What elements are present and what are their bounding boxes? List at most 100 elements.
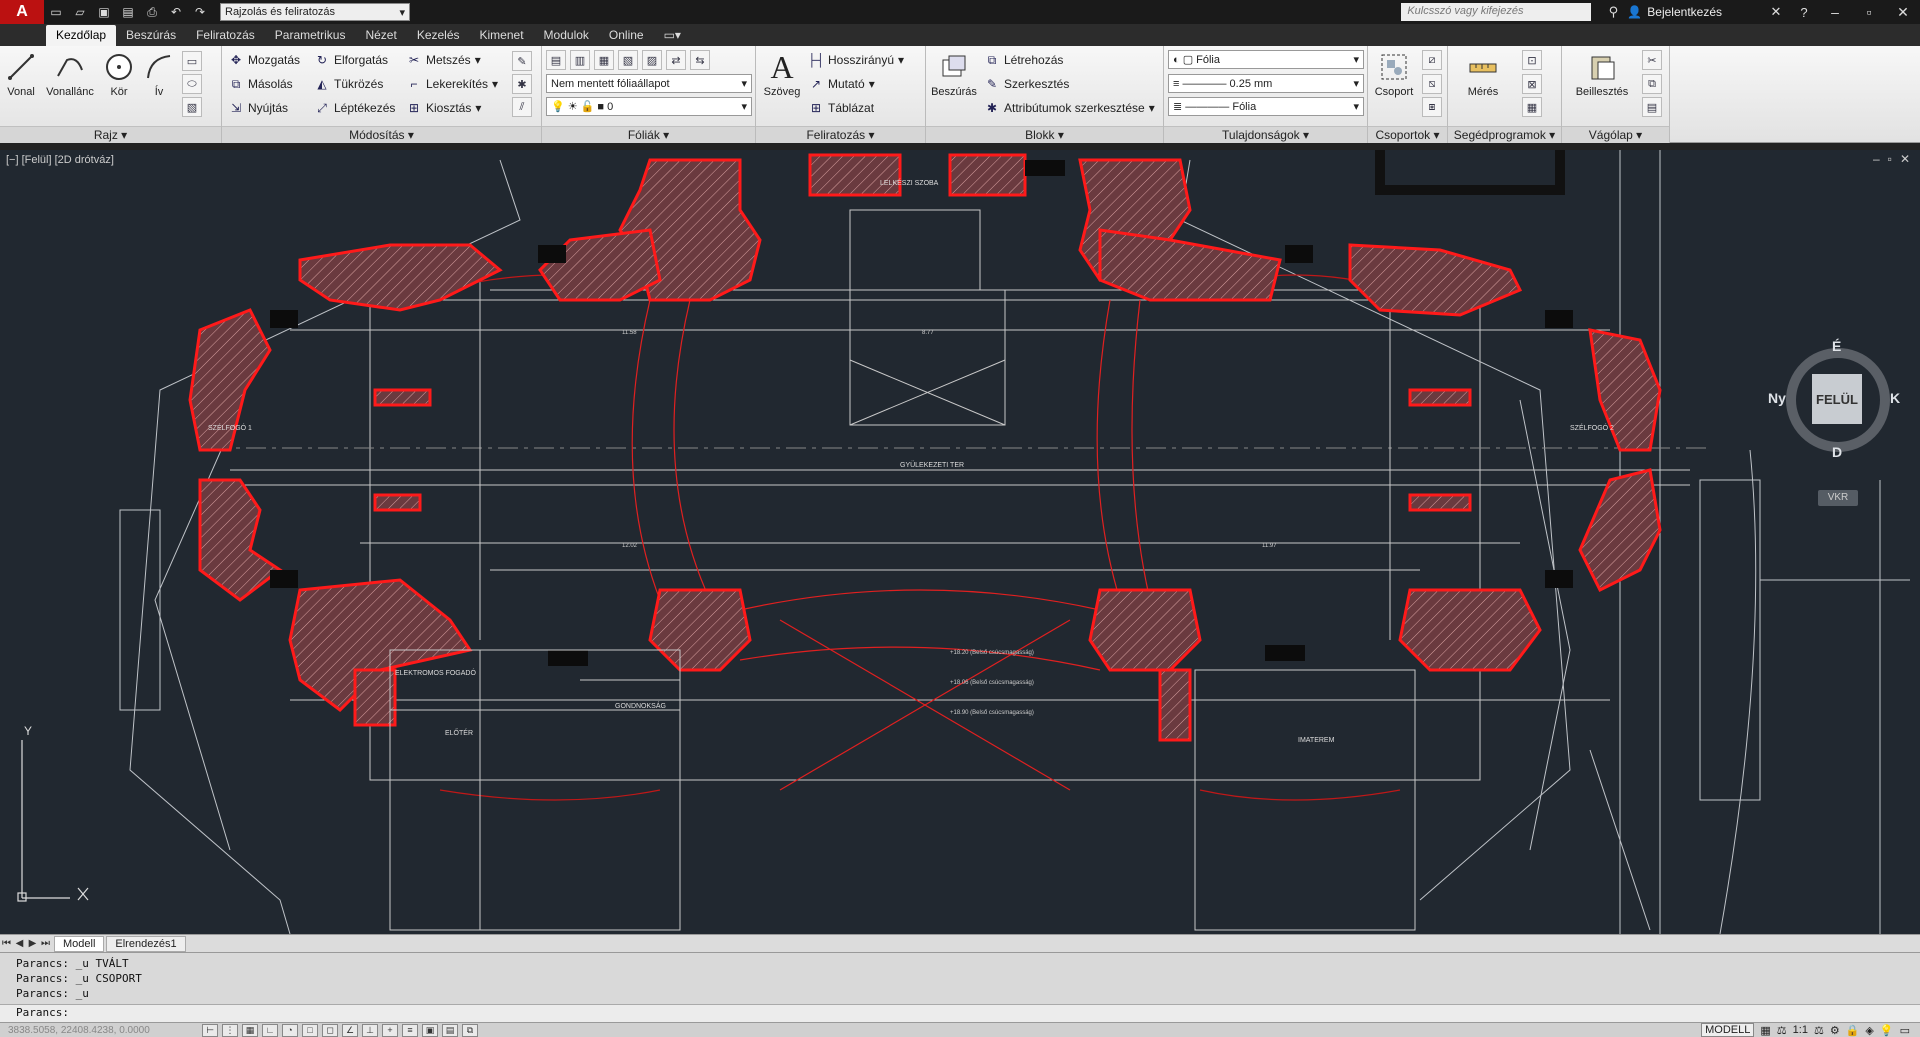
layer-match-icon[interactable]: ⇄ — [666, 50, 686, 70]
redo-icon[interactable]: ↷ — [190, 3, 210, 21]
ortho-icon[interactable]: ∟ — [262, 1023, 278, 1037]
panel-title-rajz[interactable]: Rajz ▾ — [0, 126, 221, 143]
fillet-button[interactable]: ⌐ Lekerekítés ▾ — [406, 74, 498, 94]
scale-button[interactable]: ⤢ Léptékezés — [314, 98, 395, 118]
selection-cycling-icon[interactable]: ⧉ — [462, 1023, 478, 1037]
new-file-icon[interactable]: ▭ — [46, 3, 66, 21]
dynamic-input-icon[interactable]: + — [382, 1023, 398, 1037]
polar-icon[interactable]: ◔ — [282, 1023, 298, 1037]
layer-previous-icon[interactable]: ⇆ — [690, 50, 710, 70]
otrack-icon[interactable]: ∠ — [342, 1023, 358, 1037]
maximize-icon[interactable]: ▫ — [1852, 4, 1886, 20]
annotation-visibility-icon[interactable]: ⚖ — [1814, 1024, 1824, 1037]
workspace-switch-icon[interactable]: ⚙ — [1830, 1024, 1840, 1037]
tab-feliratozas[interactable]: Feliratozás — [186, 25, 265, 46]
group-button[interactable]: Csoport — [1372, 50, 1416, 98]
layer-off-icon[interactable]: ▦ — [594, 50, 614, 70]
application-menu-button[interactable]: A — [0, 0, 44, 24]
panel-title-foliak[interactable]: Fóliák ▾ — [542, 126, 755, 143]
panel-title-tulajdonsagok[interactable]: Tulajdonságok ▾ — [1164, 126, 1367, 143]
drawing-canvas[interactable]: [−] [Felül] [2D drótváz] – ▫ ✕ Y LELKÉSZ… — [0, 150, 1920, 934]
edit-block-button[interactable]: ✎ Szerkesztés — [984, 74, 1069, 94]
tab-kimenet[interactable]: Kimenet — [470, 25, 534, 46]
ungroup-icon[interactable]: ⧄ — [1422, 50, 1442, 70]
calculator-icon[interactable]: ▦ — [1522, 97, 1542, 117]
insert-block-button[interactable]: Beszúrás — [930, 50, 978, 98]
group-select-icon[interactable]: ⧆ — [1422, 97, 1442, 117]
circle-button[interactable]: Kör — [100, 50, 138, 98]
quick-properties-icon[interactable]: ▤ — [442, 1023, 458, 1037]
select-all-icon[interactable]: ⊠ — [1522, 74, 1542, 94]
tab-nezet[interactable]: Nézet — [355, 25, 406, 46]
linear-dimension-button[interactable]: ├┤ Hosszirányú ▾ — [808, 50, 905, 70]
tab-modell[interactable]: Modell — [54, 935, 105, 952]
rectangle-icon[interactable]: ▭ — [182, 51, 202, 71]
array-button[interactable]: ⊞ Kiosztás ▾ — [406, 98, 481, 118]
save-icon[interactable]: ▣ — [94, 3, 114, 21]
paste-button[interactable]: Beillesztés — [1572, 50, 1632, 98]
ellipse-icon[interactable]: ⬭ — [182, 74, 202, 94]
line-button[interactable]: Vonal — [2, 50, 40, 98]
command-input[interactable]: Parancs: — [0, 1004, 1920, 1022]
vp-close-icon[interactable]: ✕ — [1900, 152, 1910, 166]
viewcube-face-top[interactable]: FELÜL — [1812, 374, 1862, 424]
leader-button[interactable]: ↗ Mutató ▾ — [808, 74, 875, 94]
transparency-icon[interactable]: ▣ — [422, 1023, 438, 1037]
search-input[interactable]: Kulcsszó vagy kifejezés — [1401, 3, 1592, 21]
lock-icon[interactable]: 🔒 — [1846, 1024, 1860, 1037]
first-tab-icon[interactable]: ⏮ — [0, 938, 13, 949]
grid-icon[interactable]: ▦ — [242, 1023, 258, 1037]
mirror-button[interactable]: ◭ Tükrözés — [314, 74, 383, 94]
layer-lock-icon[interactable]: ▨ — [642, 50, 662, 70]
table-button[interactable]: ⊞ Táblázat — [808, 98, 874, 118]
arc-button[interactable]: Ív — [140, 50, 178, 98]
panel-title-csoportok[interactable]: Csoportok ▾ — [1368, 126, 1447, 143]
osnap-icon[interactable]: □ — [302, 1023, 318, 1037]
tab-online[interactable]: Online — [599, 25, 654, 46]
tab-elrendezes1[interactable]: Elrendezés1 — [106, 935, 186, 952]
text-button[interactable]: A Szöveg — [760, 49, 804, 99]
cut-icon[interactable]: ✂ — [1642, 50, 1662, 70]
group-edit-icon[interactable]: ⧅ — [1422, 74, 1442, 94]
linetype-dropdown[interactable]: ≣ ———— Fólia ▾ — [1168, 97, 1364, 116]
minimize-icon[interactable]: – — [1818, 4, 1852, 20]
panel-title-feliratozas[interactable]: Feliratozás ▾ — [756, 126, 925, 143]
layer-iso-icon[interactable]: ▥ — [570, 50, 590, 70]
hatch-icon[interactable]: ▧ — [182, 97, 202, 117]
move-button[interactable]: ✥ Mozgatás — [228, 50, 300, 70]
lineweight-icon[interactable]: ≡ — [402, 1023, 418, 1037]
rotate-button[interactable]: ↻ Elforgatás — [314, 50, 388, 70]
vp-restore-icon[interactable]: ▫ — [1888, 152, 1892, 166]
viewcube[interactable]: FELÜL É D Ny K — [1768, 338, 1900, 460]
ribbon-options-icon[interactable]: ▭▾ — [654, 25, 691, 46]
edit-attributes-button[interactable]: ✱ Attribútumok szerkesztése ▾ — [984, 98, 1155, 118]
annotation-scale-value[interactable]: 1:1 — [1793, 1024, 1808, 1036]
ucs-menu-button[interactable]: VKR — [1818, 490, 1858, 506]
erase-icon[interactable]: ✎ — [512, 51, 532, 71]
viewport-controls-label[interactable]: [−] [Felül] [2D drótváz] — [6, 154, 114, 166]
explode-icon[interactable]: ✱ — [512, 74, 532, 94]
copy-button[interactable]: ⧉ Másolás — [228, 74, 293, 94]
layer-state-dropdown[interactable]: Nem mentett fóliaállapot ▾ — [546, 74, 752, 93]
layer-properties-icon[interactable]: ▤ — [546, 50, 566, 70]
prev-tab-icon[interactable]: ◀ — [13, 938, 26, 949]
exchange-icon[interactable]: ✕ — [1762, 4, 1790, 20]
trim-button[interactable]: ✂ Metszés ▾ — [406, 50, 481, 70]
panel-title-segedprogramok[interactable]: Segédprogramok ▾ — [1448, 126, 1561, 143]
snap-icon[interactable]: ⋮ — [222, 1023, 238, 1037]
last-tab-icon[interactable]: ⏭ — [39, 938, 52, 949]
create-block-button[interactable]: ⧉ Létrehozás — [984, 50, 1064, 70]
plot-icon[interactable]: ⎙ — [142, 3, 162, 21]
tab-kezdolap[interactable]: Kezdőlap — [46, 25, 117, 46]
close-icon[interactable]: ✕ — [1886, 4, 1920, 21]
viewcube-north[interactable]: É — [1832, 338, 1841, 354]
panel-title-modositas[interactable]: Módosítás ▾ — [222, 126, 541, 143]
polyline-button[interactable]: Vonallánc — [44, 50, 96, 98]
quick-select-icon[interactable]: ⊡ — [1522, 50, 1542, 70]
panel-title-vagolap[interactable]: Vágólap ▾ — [1562, 126, 1669, 143]
isolate-objects-icon[interactable]: 💡 — [1880, 1024, 1894, 1037]
panel-title-blokk[interactable]: Blokk ▾ — [926, 126, 1163, 143]
help-icon[interactable]: ? — [1790, 5, 1818, 20]
tab-modulok[interactable]: Modulok — [534, 25, 599, 46]
clean-screen-icon[interactable]: ▭ — [1900, 1024, 1910, 1037]
